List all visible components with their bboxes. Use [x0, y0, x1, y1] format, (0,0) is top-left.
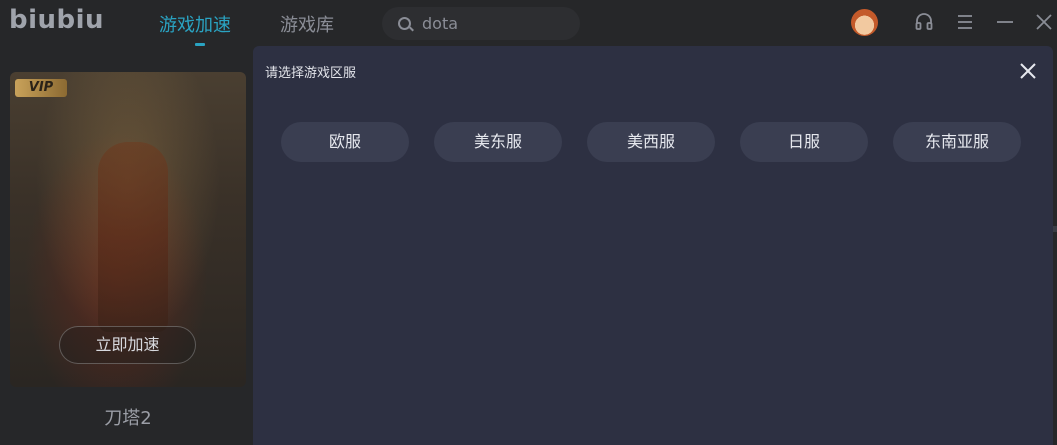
accelerate-button[interactable]: 立即加速 [59, 326, 196, 364]
tab-game-library[interactable]: 游戏库 [280, 11, 334, 37]
region-button-us-west[interactable]: 美西服 [587, 122, 715, 162]
user-avatar[interactable] [851, 9, 878, 36]
region-button-us-east[interactable]: 美东服 [434, 122, 562, 162]
region-button-eu[interactable]: 欧服 [281, 122, 409, 162]
headset-icon[interactable] [914, 12, 934, 32]
close-window-icon[interactable] [1034, 12, 1054, 32]
dialog-title: 请选择游戏区服 [265, 66, 357, 81]
tab-game-acceleration[interactable]: 游戏加速 [159, 11, 231, 37]
title-bar: biubiu 游戏加速 游戏库 dota [0, 0, 1057, 46]
region-button-japan[interactable]: 日服 [740, 122, 868, 162]
active-tab-indicator [195, 43, 205, 46]
menu-icon[interactable] [955, 12, 975, 32]
close-icon[interactable] [1018, 61, 1038, 81]
minimize-icon[interactable] [995, 12, 1015, 32]
region-select-dialog: 请选择游戏区服 欧服 美东服 美西服 日服 东南亚服 [253, 46, 1053, 445]
game-card[interactable]: VIP 立即加速 [10, 72, 246, 387]
app-logo: biubiu [9, 5, 105, 35]
scroll-edge [1053, 226, 1057, 232]
search-input[interactable]: dota [422, 14, 458, 33]
vip-badge: VIP [15, 79, 67, 97]
search-bar[interactable]: dota [382, 7, 580, 40]
region-button-southeast-asia[interactable]: 东南亚服 [893, 122, 1021, 162]
game-title: 刀塔2 [104, 408, 152, 429]
search-icon [398, 17, 411, 30]
game-cover-art [98, 142, 168, 332]
